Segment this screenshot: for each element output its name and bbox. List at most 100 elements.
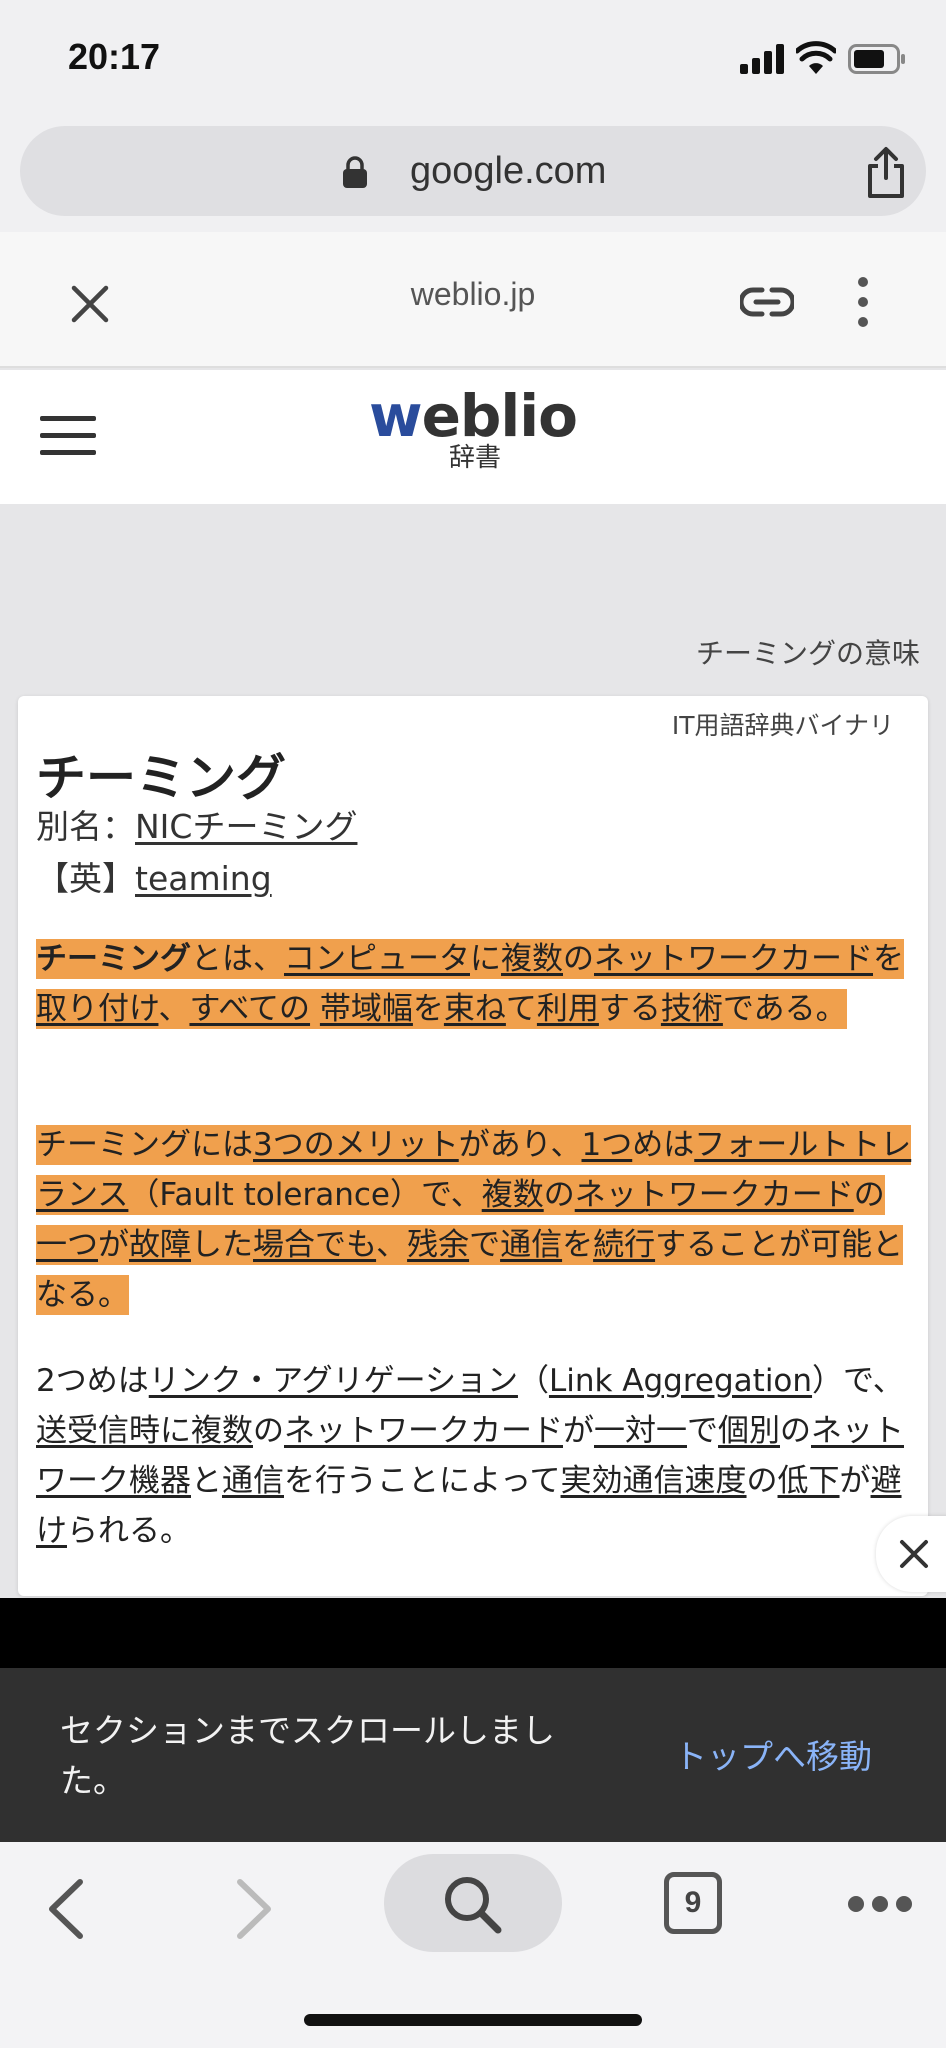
glossary-link[interactable]: 技術 — [661, 991, 723, 1027]
text-segment: とは、 — [191, 941, 284, 977]
text-segment: の — [543, 1177, 575, 1213]
home-indicator — [304, 2014, 642, 2026]
close-icon — [900, 1540, 928, 1568]
dictionary-source[interactable]: IT用語辞典バイナリ — [672, 706, 894, 742]
more-vert-icon[interactable] — [856, 276, 870, 328]
glossary-link[interactable]: すべての — [189, 991, 310, 1027]
alias-label: 別名： — [36, 807, 135, 846]
glossary-link[interactable]: 故障 — [129, 1227, 191, 1263]
text-segment: を — [873, 941, 904, 977]
text-segment: （Fault tolerance）で、 — [128, 1177, 482, 1213]
go-to-top-button[interactable]: トップへ移動 — [674, 1730, 872, 1778]
text-segment: られる。 — [67, 1513, 191, 1549]
glossary-link[interactable]: コンピュータ — [284, 941, 470, 977]
glossary-link[interactable]: 低下 — [778, 1463, 840, 1499]
text-segment: で — [687, 1413, 718, 1449]
glossary-link[interactable]: 続行 — [593, 1227, 655, 1263]
browser-bottom-toolbar: 9 — [0, 1842, 946, 2048]
definition-paragraph-2: チーミングには3つのメリットがあり、1つめはフォールトトレランス（Fault t… — [36, 1120, 912, 1320]
text-segment: 、 — [158, 991, 190, 1027]
page-label: チーミングの意味 — [695, 637, 920, 670]
glossary-link[interactable]: 場合でも — [253, 1227, 376, 1263]
text-segment: で — [469, 1227, 501, 1263]
glossary-link[interactable]: 一対一 — [594, 1413, 687, 1449]
glossary-link[interactable]: Link Aggregation — [549, 1363, 812, 1399]
link-icon[interactable] — [740, 282, 794, 322]
term-bold: チーミング — [36, 941, 191, 977]
back-icon[interactable] — [46, 1878, 86, 1940]
forward-icon[interactable] — [234, 1878, 274, 1940]
glossary-link[interactable]: ネットワークカード — [284, 1413, 563, 1449]
text-segment: があり、 — [458, 1127, 582, 1163]
text-segment: に — [470, 941, 501, 977]
text-segment: めは — [632, 1127, 695, 1163]
text-segment: ）で、 — [812, 1363, 904, 1399]
text-segment: の — [853, 1177, 885, 1213]
glossary-link[interactable]: 通信 — [500, 1227, 562, 1263]
text-segment: の — [253, 1413, 284, 1449]
alias-link[interactable]: NICチーミング — [135, 807, 357, 846]
search-button[interactable] — [384, 1854, 562, 1952]
glossary-link[interactable]: 実効通信速度 — [561, 1463, 747, 1499]
glossary-link[interactable]: 帯域幅 — [320, 991, 413, 1027]
glossary-link[interactable]: 3つのメリット — [253, 1127, 459, 1163]
glossary-link[interactable]: 送受信時に複数 — [36, 1413, 253, 1449]
glossary-link[interactable]: 通信 — [222, 1463, 284, 1499]
glossary-link[interactable]: 一つ — [36, 1227, 98, 1263]
amp-viewer-bar: weblio.jp — [0, 232, 946, 368]
text-segment: て — [505, 991, 537, 1027]
text-segment: の — [746, 1463, 778, 1499]
english-link[interactable]: teaming — [135, 859, 272, 898]
address-bar[interactable]: google.com — [20, 126, 926, 216]
battery-icon — [848, 44, 905, 74]
search-icon — [445, 1877, 502, 1934]
weblio-logo[interactable]: weblio 辞書 — [0, 384, 946, 472]
glossary-link[interactable]: 利用 — [537, 991, 599, 1027]
english-line: 【英】teaming — [36, 852, 272, 900]
lock-icon — [343, 156, 367, 188]
text-segment: を行うことによって — [284, 1463, 561, 1499]
glossary-link[interactable]: 取り付け — [36, 991, 158, 1027]
browser-url-area: google.com — [0, 118, 946, 232]
glossary-link[interactable]: 複数 — [482, 1177, 544, 1213]
dictionary-entry-card: IT用語辞典バイナリ チーミング 別名：NICチーミング 【英】teaming … — [18, 696, 928, 1596]
text-segment: の — [780, 1413, 811, 1449]
glossary-link[interactable]: 複数 — [501, 941, 563, 977]
text-segment: が — [563, 1413, 594, 1449]
text-segment: チーミングには — [36, 1127, 253, 1163]
toast-message: セクションまでスクロールしました。 — [60, 1711, 555, 1800]
text-segment: 、 — [376, 1227, 408, 1263]
status-bar: 20:17 — [0, 0, 946, 118]
definition-paragraph-1: チーミングとは、コンピュータに複数のネットワークカードを取り付け、すべての 帯域… — [36, 934, 912, 1034]
paragraph-text: チーミングとは、コンピュータに複数のネットワークカードを取り付け、すべての 帯域… — [36, 939, 904, 1029]
text-segment: する — [598, 991, 661, 1027]
cellular-signal-icon — [740, 44, 784, 74]
scroll-toast: セクションまでスクロールしました。 トップへ移動 — [0, 1668, 946, 1842]
text-segment: の — [563, 941, 594, 977]
glossary-link[interactable]: 束ね — [444, 991, 506, 1027]
ad-banner-area — [0, 1598, 946, 1668]
glossary-link[interactable]: ネットワークカード — [575, 1177, 854, 1213]
more-horiz-icon[interactable] — [846, 1894, 914, 1914]
text-segment: である。 — [722, 991, 847, 1027]
logo-prefix: w — [368, 382, 423, 450]
glossary-link[interactable]: 個別 — [718, 1413, 780, 1449]
logo-subtitle: 辞書 — [448, 443, 501, 473]
alias-line: 別名：NICチーミング — [36, 800, 357, 848]
text-segment: と — [191, 1463, 222, 1499]
share-icon[interactable] — [864, 146, 908, 198]
glossary-link[interactable]: 残余 — [407, 1227, 469, 1263]
paragraph-text: 2つめはリンク・アグリゲーション（Link Aggregation）で、送受信時… — [36, 1363, 904, 1549]
glossary-link[interactable]: 1つ — [582, 1127, 633, 1163]
text-segment: した — [191, 1227, 253, 1263]
address-text: google.com — [410, 150, 607, 192]
ad-close-button[interactable] — [876, 1516, 946, 1592]
logo-rest: eblio — [421, 382, 578, 450]
wifi-icon — [796, 41, 836, 74]
text-segment: を — [562, 1227, 594, 1263]
tab-switcher-button[interactable]: 9 — [664, 1872, 722, 1934]
english-label: 【英】 — [36, 859, 135, 898]
text-segment: が — [98, 1227, 129, 1263]
glossary-link[interactable]: リンク・アグリゲーション — [149, 1363, 518, 1399]
glossary-link[interactable]: ネットワークカード — [594, 941, 873, 977]
